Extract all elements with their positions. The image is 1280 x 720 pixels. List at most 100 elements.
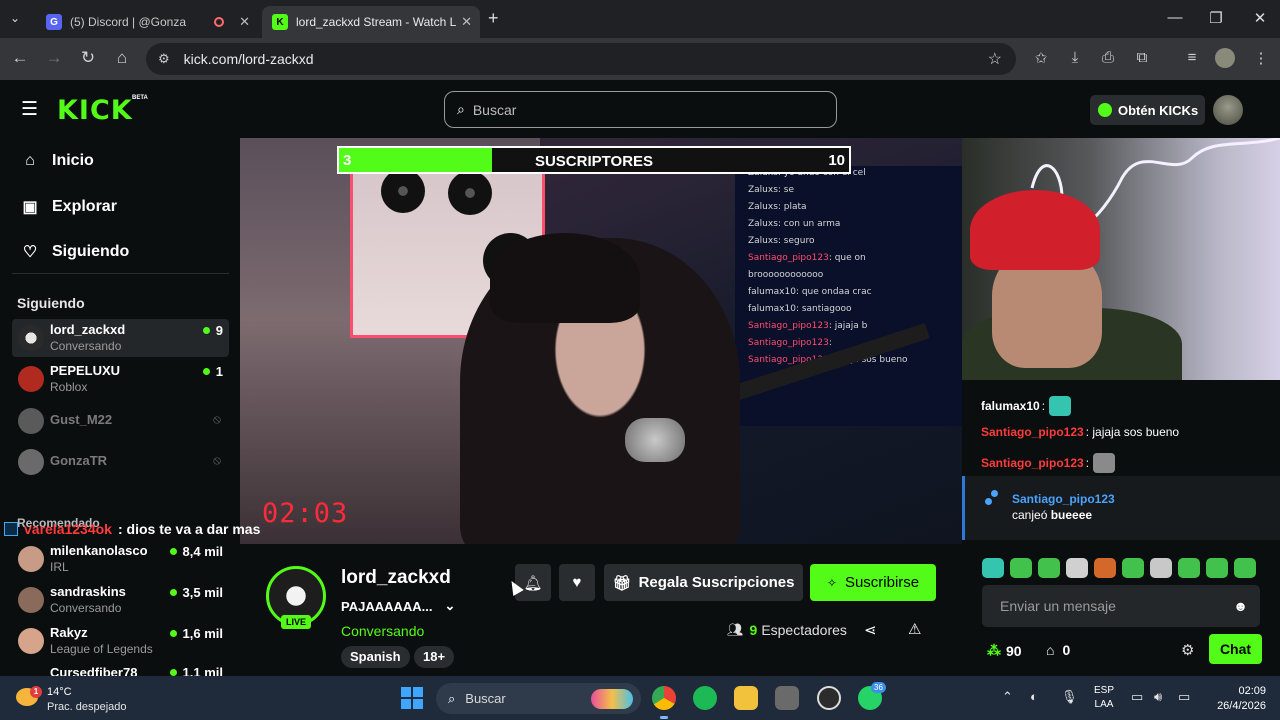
taskbar-search[interactable]: ⌕ Buscar <box>436 683 641 714</box>
reload-button[interactable]: ↻ <box>76 48 100 68</box>
video-player[interactable]: Zaluxs: yo ando con el celZaluxs: seZalu… <box>240 138 962 544</box>
channel-item-rakyz[interactable]: Rakyz League of Legends 1,6 mil <box>12 622 229 660</box>
close-tab-icon[interactable]: ✕ <box>461 14 472 30</box>
profile-avatar-icon[interactable] <box>1215 48 1235 68</box>
channel-item-milenkanolasco[interactable]: milenkanolasco IRL 8,4 mil <box>12 540 229 578</box>
tag-language[interactable]: Spanish <box>341 646 410 668</box>
chat-input-field[interactable]: ☻ <box>982 585 1260 627</box>
extensions-icon[interactable]: ✩ <box>1030 49 1052 67</box>
emote-icon[interactable] <box>1178 558 1200 578</box>
media-controls-icon[interactable]: ≡ <box>1181 49 1203 66</box>
gift-subs-button[interactable]: 🎁︎ Regala Suscripciones <box>604 564 803 601</box>
emote-icon[interactable] <box>1234 558 1256 578</box>
forward-button[interactable]: → <box>42 48 66 68</box>
close-window-button[interactable]: ✕ <box>1238 9 1280 27</box>
language-indicator[interactable]: ESP LAA <box>1094 684 1114 712</box>
address-bar[interactable]: ⚙ kick.com/lord-zackxd ☆ <box>146 43 1016 75</box>
chat-settings-icon[interactable]: ⚙ <box>1181 641 1194 659</box>
tab-search-button[interactable]: ⌄ <box>10 11 20 25</box>
close-tab-icon[interactable]: ✕ <box>239 14 250 30</box>
subscribe-button[interactable]: ✧ Suscribirse <box>810 564 936 601</box>
get-kicks-button[interactable]: Obtén KICKs <box>1090 95 1205 125</box>
store-button[interactable]: ⌂ 0 <box>1046 642 1070 658</box>
tray-app-icon[interactable]: ◐ <box>1030 689 1038 704</box>
volume-icon[interactable]: 🔊︎ <box>1154 689 1162 705</box>
new-tab-button[interactable]: + <box>488 8 499 29</box>
in-video-chat-user: Zaluxs <box>748 236 778 246</box>
channel-item-cursedfiber78[interactable]: Cursedfiber78 1,1 mil <box>12 663 229 676</box>
nav-inicio[interactable]: ⌂ Inicio <box>20 152 94 170</box>
nav-siguiendo[interactable]: ♡ Siguiendo <box>20 242 130 262</box>
follow-button[interactable]: ♥ <box>559 564 595 601</box>
bookmark-star-icon[interactable]: ☆ <box>988 49 1002 69</box>
search-input[interactable]: ⌕ Buscar <box>444 91 837 128</box>
share-icon[interactable]: ⋖ <box>864 621 877 639</box>
redeem-user[interactable]: Santiago_pipo123 <box>1012 492 1115 506</box>
chat-username[interactable]: Santiago_pipo123 <box>981 425 1084 439</box>
stream-title-text: PAJAAAAAA... <box>341 598 433 614</box>
channel-category: League of Legends <box>50 642 153 656</box>
tray-overflow-icon[interactable]: ⌃ <box>1002 689 1013 705</box>
channel-item-sandraskins[interactable]: sandraskins Conversando 3,5 mil <box>12 581 229 619</box>
live-dot-icon <box>202 368 210 375</box>
notifications-button[interactable]: 🔔︎ <box>515 564 551 601</box>
emote-icon[interactable] <box>982 558 1004 578</box>
channel-item-lord-zackxd[interactable]: lord_zackxd Conversando 9 <box>12 319 229 357</box>
tab-discord[interactable]: G (5) Discord | @Gonza ✕ <box>36 6 258 38</box>
spotify-icon[interactable] <box>693 686 717 710</box>
obs-icon[interactable] <box>817 686 841 710</box>
site-info-icon[interactable]: ⚙ <box>158 51 170 67</box>
chat-username[interactable]: Santiago_pipo123 <box>981 456 1084 470</box>
chat-text: : <box>1085 456 1090 470</box>
sub-goal-bar: SUSCRIPTORES 3 10 <box>337 146 851 174</box>
back-button[interactable]: ← <box>8 48 32 68</box>
home-button[interactable]: ⌂ <box>110 48 134 68</box>
report-icon[interactable]: ⚠ <box>908 620 921 638</box>
chat-send-button[interactable]: Chat <box>1209 634 1262 664</box>
microphone-icon[interactable]: 🎙︎ <box>1061 689 1078 705</box>
channel-item-pepeluxu[interactable]: PEPELUXU Roblox 1 <box>12 360 229 398</box>
nav-explorar[interactable]: ▣ Explorar <box>20 197 116 217</box>
emoji-picker-icon[interactable]: ☻ <box>1233 598 1248 614</box>
emote-icon[interactable] <box>1038 558 1060 578</box>
chevron-down-icon[interactable]: ⌄ <box>445 598 456 614</box>
hamburger-menu-icon[interactable]: ☰ <box>21 98 38 121</box>
overlay-chat-message: varela1234ok : dios te va a dar mas <box>4 519 260 539</box>
emote-icon[interactable] <box>1150 558 1172 578</box>
clock[interactable]: 02:09 26/4/2026 <box>1210 684 1266 714</box>
chat-input[interactable] <box>1000 598 1234 614</box>
start-button[interactable] <box>401 687 423 709</box>
in-video-chat-line: falumax10: santiagooo <box>748 304 852 314</box>
live-dot-icon <box>169 589 177 596</box>
tag-age[interactable]: 18+ <box>414 646 455 668</box>
download-icon[interactable]: ⤓ <box>1064 49 1086 66</box>
chat-username[interactable]: falumax10 <box>981 399 1040 413</box>
chrome-icon[interactable] <box>652 686 676 719</box>
tab-kick[interactable]: K lord_zackxd Stream - Watch Liv ✕ <box>262 6 480 38</box>
restore-button[interactable]: ❐ <box>1194 9 1238 27</box>
minimize-button[interactable]: — <box>1153 9 1197 26</box>
kick-logo[interactable]: KICK <box>57 95 133 126</box>
user-avatar[interactable] <box>1213 95 1243 125</box>
emote-icon[interactable] <box>1206 558 1228 578</box>
stream-category[interactable]: Conversando <box>341 623 424 639</box>
battery-icon[interactable]: ▭ <box>1178 689 1190 705</box>
network-icon[interactable]: ▭ <box>1131 689 1143 705</box>
stream-title[interactable]: PAJAAAAAA... ⌄ <box>341 598 455 614</box>
emote-icon[interactable] <box>1122 558 1144 578</box>
tab-title: lord_zackxd Stream - Watch Liv <box>296 15 456 29</box>
menu-icon[interactable]: ⋮ <box>1250 49 1272 67</box>
channel-name[interactable]: lord_zackxd <box>341 567 451 589</box>
points-icon: ⁂ <box>987 642 1001 658</box>
print-icon[interactable]: ⎙ <box>1097 49 1119 66</box>
emote-icon[interactable] <box>1010 558 1032 578</box>
game-app-icon[interactable] <box>775 686 799 710</box>
channel-points[interactable]: ⁂ 90 <box>987 642 1022 659</box>
channel-item-gust-m22[interactable]: Gust_M22 ⦸ <box>12 402 229 440</box>
channel-item-gonzatr[interactable]: GonzaTR ⦸ <box>12 443 229 481</box>
in-video-chat-line: broooooooooooo <box>748 270 823 280</box>
emote-icon[interactable] <box>1094 558 1116 578</box>
file-explorer-icon[interactable] <box>734 686 758 710</box>
translate-icon[interactable]: ⧉ <box>1131 49 1153 66</box>
emote-icon[interactable] <box>1066 558 1088 578</box>
